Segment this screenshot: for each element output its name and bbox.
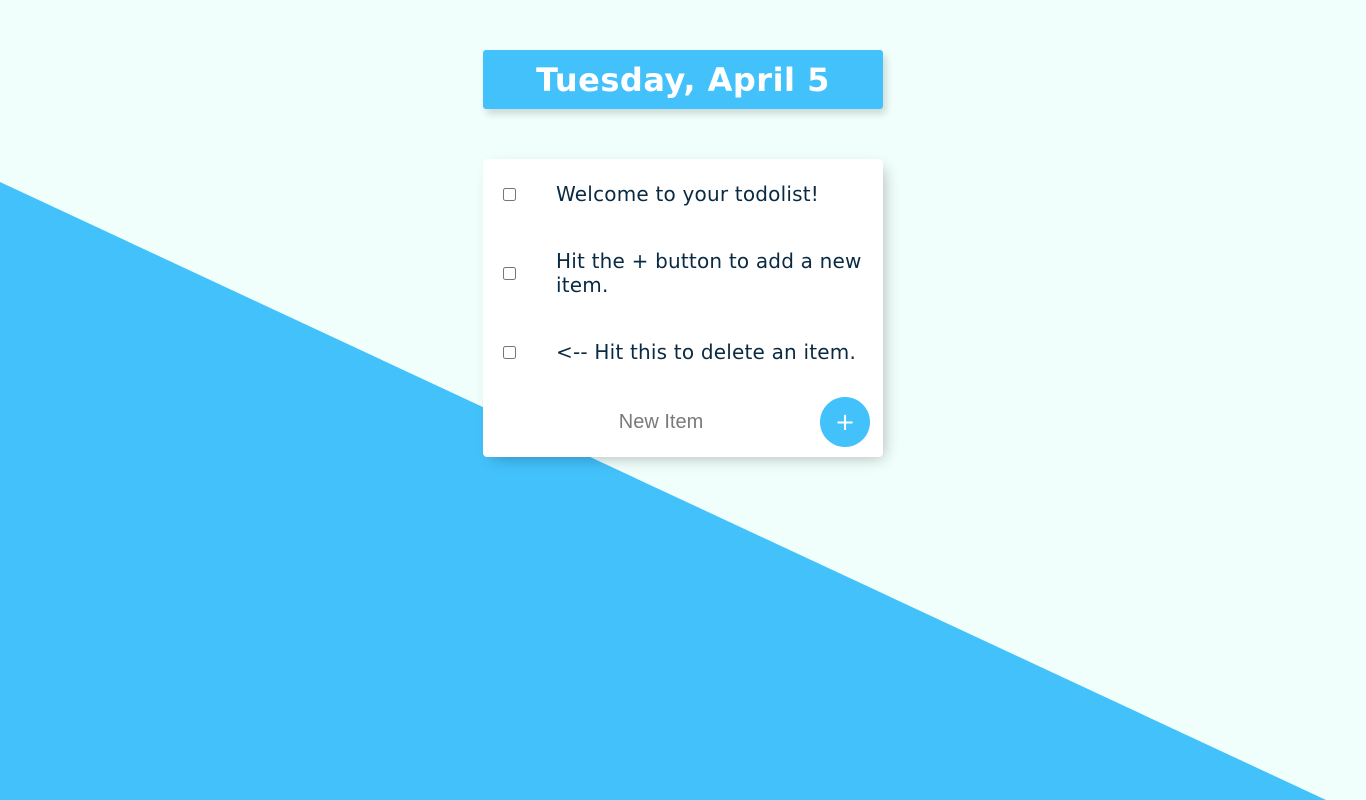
delete-item-checkbox[interactable] bbox=[503, 346, 516, 359]
todo-item: Welcome to your todolist! bbox=[483, 182, 883, 206]
todo-item-label: <-- Hit this to delete an item. bbox=[556, 340, 857, 364]
todo-item-label: Welcome to your todolist! bbox=[556, 182, 820, 206]
new-item-input[interactable] bbox=[556, 409, 766, 435]
add-item-button[interactable]: + bbox=[820, 397, 870, 447]
delete-item-checkbox[interactable] bbox=[503, 188, 516, 201]
todo-item-label: Hit the + button to add a new item. bbox=[556, 249, 862, 297]
todo-item: Hit the + button to add a new item. bbox=[483, 249, 883, 297]
todo-list-card: Welcome to your todolist! Hit the + butt… bbox=[483, 159, 883, 457]
delete-item-checkbox[interactable] bbox=[503, 267, 516, 280]
date-heading-box: Tuesday, April 5 bbox=[483, 50, 883, 109]
todo-item: <-- Hit this to delete an item. bbox=[483, 340, 883, 364]
date-heading: Tuesday, April 5 bbox=[536, 60, 830, 99]
